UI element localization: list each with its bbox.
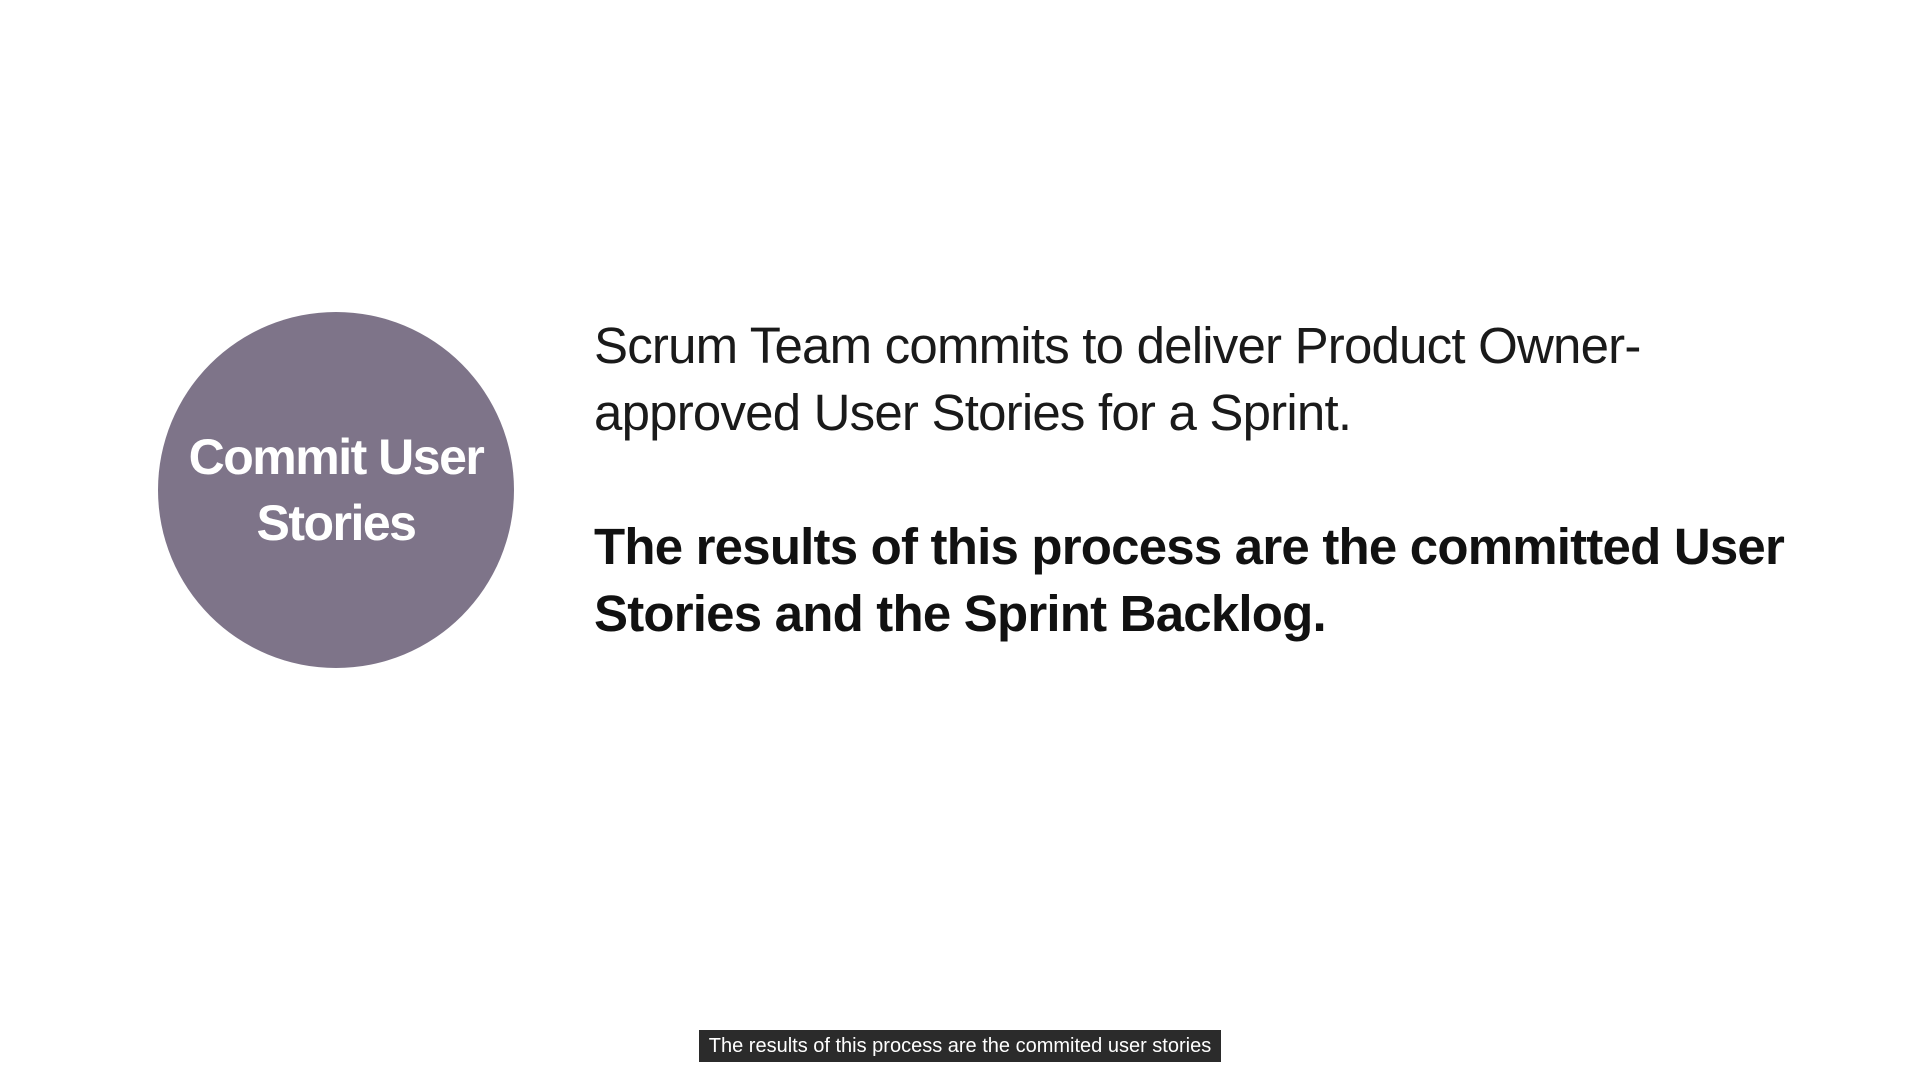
process-statement: Scrum Team commits to deliver Product Ow… — [594, 317, 1641, 441]
process-circle: Commit User Stories — [158, 312, 514, 668]
process-result: The results of this process are the comm… — [594, 518, 1785, 642]
video-slide: Commit User Stories Scrum Team commits t… — [0, 0, 1920, 1080]
process-circle-label: Commit User Stories — [188, 429, 485, 551]
caption-bar: The results of this process are the comm… — [0, 1030, 1920, 1062]
subtitle-caption: The results of this process are the comm… — [698, 1030, 1222, 1062]
slide-text-block: Scrum Team commits to deliver Product Ow… — [594, 312, 1814, 647]
